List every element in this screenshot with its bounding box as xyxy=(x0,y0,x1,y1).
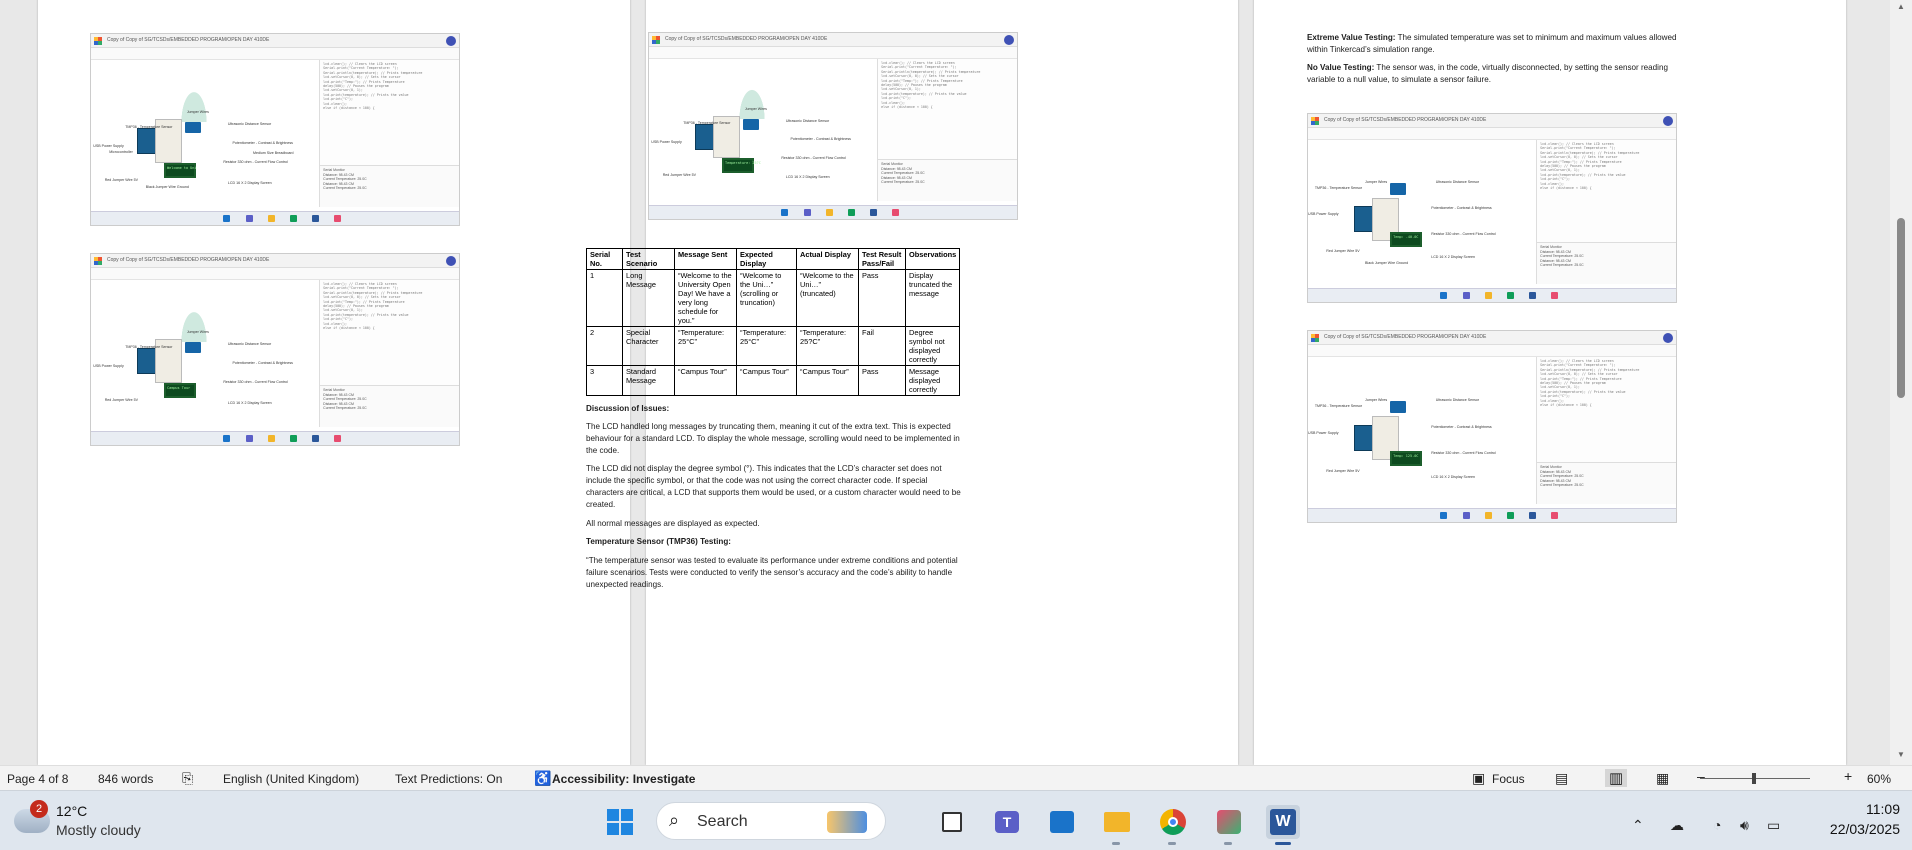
read-mode-icon[interactable]: ▤ xyxy=(1555,770,1568,787)
weather-notification-badge: 2 xyxy=(30,800,48,818)
scroll-up-arrow-icon[interactable]: ▲ xyxy=(1896,2,1906,11)
screenshot-tinkercad-4: Copy of Copy of SG/TCSDs/EMBEDDED PROGRA… xyxy=(1307,113,1677,303)
page-indicator[interactable]: Page 4 of 8 xyxy=(7,772,68,786)
screenshot-tinkercad-1: Copy of Copy of SG/TCSDs/EMBEDDED PROGRA… xyxy=(90,33,460,226)
weather-desc[interactable]: Mostly cloudy xyxy=(56,822,141,838)
weather-temp[interactable]: 12°C xyxy=(56,803,87,819)
word-app-icon[interactable]: W xyxy=(1266,805,1300,845)
screenshot-tinkercad-2: Copy of Copy of SG/TCSDs/EMBEDDED PROGRA… xyxy=(90,253,460,446)
scrollbar-thumb[interactable] xyxy=(1897,218,1905,398)
discussion-para-2: The LCD did not display the degree symbo… xyxy=(586,464,961,509)
proofing-icon[interactable]: ⎘ xyxy=(182,770,193,787)
code-panel: lcd.clear(); // Clears the LCD screen Se… xyxy=(319,60,459,165)
col-message: Message Sent xyxy=(674,248,737,270)
wifi-icon[interactable]: ◔ xyxy=(1713,817,1721,833)
windows-taskbar: 2 12°C Mostly cloudy ⌕ Search T W ⌃ ☁ ◔ … xyxy=(0,790,1912,850)
discussion-heading: Discussion of Issues: xyxy=(586,404,670,413)
no-value-testing-para: No Value Testing: The sensor was, in the… xyxy=(1307,63,1668,84)
show-hidden-icons-icon[interactable]: ⌃ xyxy=(1632,817,1644,834)
search-icon: ⌕ xyxy=(669,810,680,830)
web-layout-icon[interactable]: ▦ xyxy=(1656,770,1669,787)
windows-logo-icon xyxy=(607,809,633,835)
focus-button[interactable]: Focus xyxy=(1492,772,1525,786)
search-highlight-icon xyxy=(827,811,867,833)
start-button[interactable] xyxy=(603,805,637,839)
table-row: 1 Long Message “Welcome to the Universit… xyxy=(586,269,961,327)
language-indicator[interactable]: English (United Kingdom) xyxy=(223,772,359,786)
focus-icon: ▣ xyxy=(1472,770,1486,786)
accessibility-icon: ♿ xyxy=(534,770,552,786)
word-count[interactable]: 846 words xyxy=(98,772,153,786)
clock-time[interactable]: 11:09 xyxy=(1822,801,1900,817)
col-expected: Expected Display xyxy=(736,248,797,270)
zoom-slider-handle[interactable] xyxy=(1752,773,1756,784)
scroll-down-arrow-icon[interactable]: ▼ xyxy=(1896,750,1906,759)
code-panel: lcd.clear(); // Clears the LCD screen Se… xyxy=(319,280,459,385)
code-panel: lcd.clear(); // Clears the LCD screen Se… xyxy=(877,59,1017,159)
table-row: 3 Standard Message “Campus Tour” “Campus… xyxy=(586,365,961,396)
volume-icon[interactable]: 🔊︎ xyxy=(1740,817,1749,834)
screenshot-tinkercad-3: Copy of Copy of SG/TCSDs/EMBEDDED PROGRA… xyxy=(648,32,1018,220)
col-serial: Serial No. xyxy=(586,248,623,270)
table-row: 2 Special Character “Temperature: 25°C” … xyxy=(586,326,961,366)
col-actual: Actual Display xyxy=(796,248,859,270)
print-layout-icon[interactable]: ▥ xyxy=(1605,769,1628,787)
col-result: Test Result Pass/Fail xyxy=(858,248,906,270)
extreme-value-testing-para: Extreme Value Testing: The simulated tem… xyxy=(1307,33,1677,54)
zoom-out-button[interactable]: – xyxy=(1697,768,1705,784)
tmp-heading: Temperature Sensor (TMP36) Testing: xyxy=(586,537,731,546)
tmp-intro-para: “The temperature sensor was tested to ev… xyxy=(586,556,958,589)
col-scenario: Test Scenario xyxy=(622,248,675,270)
task-view-icon[interactable] xyxy=(935,805,969,839)
document-canvas: Copy of Copy of SG/TCSDs/EMBEDDED PROGRA… xyxy=(0,0,1890,765)
lcd-test-results-table: Serial No. Test Scenario Message Sent Ex… xyxy=(586,248,961,396)
taskbar-search[interactable]: ⌕ Search xyxy=(656,802,886,840)
discussion-para-3: All normal messages are displayed as exp… xyxy=(586,519,760,528)
word-status-bar: Page 4 of 8 846 words ⎘ English (United … xyxy=(0,765,1912,790)
col-observations: Observations xyxy=(904,248,961,270)
zoom-level[interactable]: 60% xyxy=(1867,772,1891,786)
screenshot-tinkercad-5: Copy of Copy of SG/TCSDs/EMBEDDED PROGRA… xyxy=(1307,330,1677,523)
code-panel: lcd.clear(); // Clears the LCD screen Se… xyxy=(1536,357,1676,462)
teams-icon[interactable]: T xyxy=(990,805,1024,839)
clock-date[interactable]: 22/03/2025 xyxy=(1812,821,1900,837)
vertical-scrollbar[interactable]: ▲ ▼ xyxy=(1890,0,1912,765)
battery-icon[interactable]: ▭ xyxy=(1767,817,1780,834)
document-page-3: Copy of Copy of SG/TCSDs/EMBEDDED PROGRA… xyxy=(38,0,630,765)
accessibility-status[interactable]: Accessibility: Investigate xyxy=(552,772,695,786)
zoom-in-button[interactable]: + xyxy=(1844,768,1852,784)
search-placeholder: Search xyxy=(697,813,748,830)
file-explorer-icon[interactable] xyxy=(1100,805,1134,845)
chrome-icon[interactable] xyxy=(1156,805,1190,845)
microsoft-store-icon[interactable] xyxy=(1045,805,1079,839)
document-page-5: Extreme Value Testing: The simulated tem… xyxy=(1254,0,1846,765)
discussion-para-1: The LCD handled long messages by truncat… xyxy=(586,422,960,455)
onedrive-icon[interactable]: ☁ xyxy=(1670,817,1684,834)
text-predictions[interactable]: Text Predictions: On xyxy=(395,772,502,786)
code-panel: lcd.clear(); // Clears the LCD screen Se… xyxy=(1536,140,1676,242)
snipping-tool-icon[interactable] xyxy=(1212,805,1246,845)
